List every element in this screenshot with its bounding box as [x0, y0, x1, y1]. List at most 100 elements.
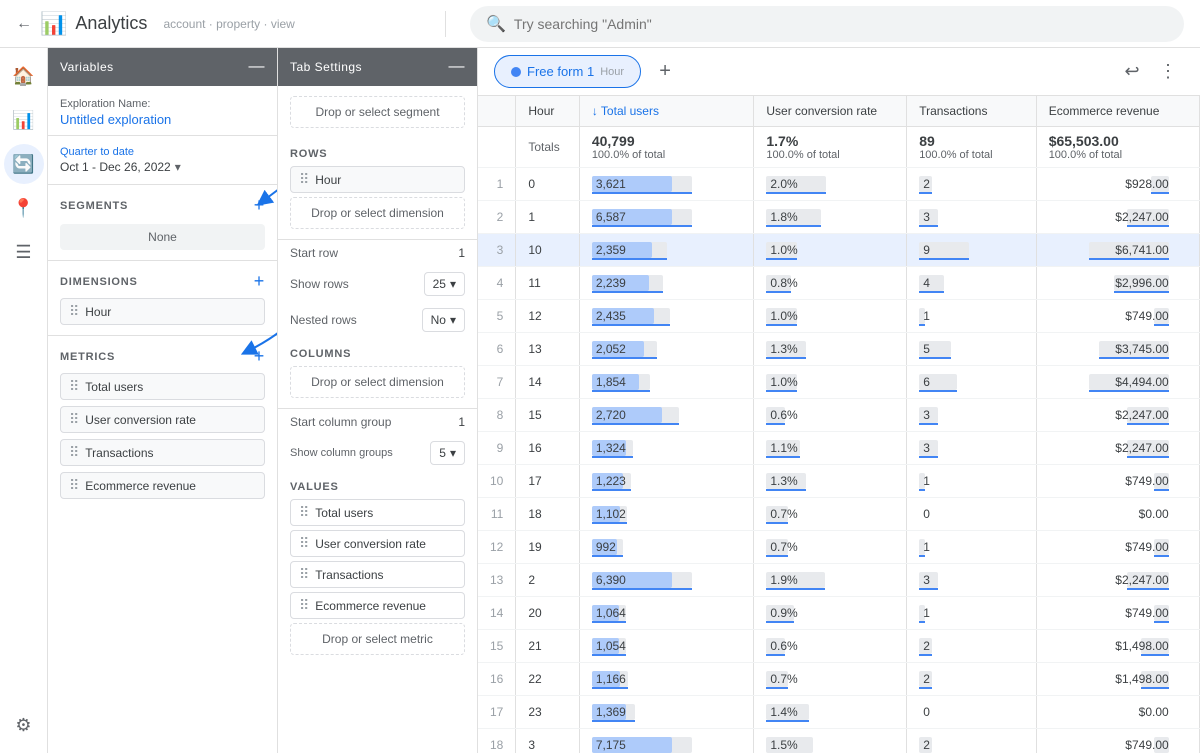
revenue-cell: $1,498.00	[1036, 663, 1199, 696]
add-tab-button[interactable]: +	[649, 56, 681, 88]
exploration-name-value[interactable]: Untitled exploration	[60, 112, 265, 127]
table-row: 3 10 2,359 1.0%	[478, 234, 1200, 267]
metric-transactions[interactable]: ⠿ Transactions	[60, 439, 265, 466]
nested-rows-dropdown-icon: ▾	[450, 313, 456, 327]
segments-title: SEGMENTS +	[60, 195, 265, 216]
conversion-cell: 0.7%	[754, 531, 907, 564]
conversion-cell: 0.6%	[754, 399, 907, 432]
hour-cell: 13	[516, 333, 579, 366]
date-range-label: Quarter to date	[60, 146, 265, 158]
nested-rows-select[interactable]: No ▾	[422, 308, 465, 332]
search-input[interactable]	[514, 16, 1168, 32]
value-transactions[interactable]: ⠿ Transactions	[290, 561, 465, 588]
users-cell: 2,435	[579, 300, 754, 333]
show-rows-setting: Show rows 25 ▾	[278, 266, 477, 302]
row-num: 1	[478, 168, 516, 201]
transactions-cell: 3	[907, 201, 1037, 234]
date-range-section[interactable]: Quarter to date Oct 1 - Dec 26, 2022 ▾ 3	[48, 136, 277, 185]
rows-drop-zone[interactable]: Drop or select dimension	[290, 197, 465, 229]
exploration-name-label: Exploration Name:	[60, 98, 265, 110]
hour-cell: 17	[516, 465, 579, 498]
table-row: 10 17 1,223 1.3%	[478, 465, 1200, 498]
sidebar-home-icon[interactable]: 🏠	[4, 56, 44, 96]
show-columns-dropdown-icon: ▾	[450, 446, 456, 460]
hour-cell: 12	[516, 300, 579, 333]
totals-label-cell: Totals	[516, 127, 579, 168]
value-conversion-rate[interactable]: ⠿ User conversion rate	[290, 530, 465, 557]
sidebar-reports-icon[interactable]: 📊	[4, 100, 44, 140]
conversion-cell: 1.9%	[754, 564, 907, 597]
col-revenue-header[interactable]: Ecommerce revenue	[1036, 96, 1199, 127]
value-total-users[interactable]: ⠿ Total users	[290, 499, 465, 526]
totals-transactions-cell: 89 100.0% of total	[907, 127, 1037, 168]
metric-transactions-label: Transactions	[85, 446, 153, 460]
undo-button[interactable]: ↩	[1116, 56, 1148, 88]
variables-minimize-button[interactable]: —	[249, 58, 266, 76]
hour-cell: 0	[516, 168, 579, 201]
back-button[interactable]: ←	[16, 15, 32, 33]
columns-drop-zone[interactable]: Drop or select dimension	[290, 366, 465, 398]
conversion-cell: 1.0%	[754, 366, 907, 399]
values-drop-zone[interactable]: Drop or select metric	[290, 623, 465, 655]
search-bar[interactable]: 🔍	[470, 6, 1184, 42]
users-cell: 1,223	[579, 465, 754, 498]
sidebar-admin-icon[interactable]: ☰	[4, 232, 44, 272]
sidebar-explore-icon[interactable]: 🔄	[4, 144, 44, 184]
segments-none: None	[60, 224, 265, 250]
sidebar-settings-icon[interactable]: ⚙	[4, 705, 44, 745]
more-options-button[interactable]: ⋮	[1152, 56, 1184, 88]
show-rows-value: 25	[433, 277, 446, 291]
col-users-header[interactable]: ↓ Total users	[579, 96, 754, 127]
rows-hour-item[interactable]: ⠿ Hour	[290, 166, 465, 193]
date-range-dropdown-icon[interactable]: ▾	[175, 160, 181, 174]
conversion-cell: 1.0%	[754, 234, 907, 267]
tab-dot	[511, 67, 521, 77]
users-cell: 992	[579, 531, 754, 564]
col-hour-header[interactable]: Hour	[516, 96, 579, 127]
hour-cell: 19	[516, 531, 579, 564]
totals-conversion-cell: 1.7% 100.0% of total	[754, 127, 907, 168]
dimensions-section: DIMENSIONS + ⠿ Hour 1	[48, 261, 277, 336]
values-title: VALUES	[290, 481, 465, 493]
tab-settings-minimize-button[interactable]: —	[449, 58, 466, 76]
value-ecommerce-revenue[interactable]: ⠿ Ecommerce revenue	[290, 592, 465, 619]
revenue-cell: $2,247.00	[1036, 432, 1199, 465]
columns-section: COLUMNS Drop or select dimension	[278, 338, 477, 409]
col-transactions-header[interactable]: Transactions	[907, 96, 1037, 127]
metric-ecommerce-revenue[interactable]: ⠿ Ecommerce revenue	[60, 472, 265, 499]
hour-cell: 3	[516, 729, 579, 753]
show-columns-select[interactable]: 5 ▾	[430, 441, 465, 465]
revenue-cell: $749.00	[1036, 729, 1199, 753]
row-num: 12	[478, 531, 516, 564]
metric-conversion-rate[interactable]: ⠿ User conversion rate	[60, 406, 265, 433]
show-rows-select[interactable]: 25 ▾	[424, 272, 465, 296]
table-row: 16 22 1,166 0.7%	[478, 663, 1200, 696]
rows-hour-label: Hour	[315, 173, 341, 187]
revenue-cell: $749.00	[1036, 300, 1199, 333]
conversion-cell: 0.7%	[754, 498, 907, 531]
metric-total-users[interactable]: ⠿ Total users	[60, 373, 265, 400]
show-rows-dropdown-icon: ▾	[450, 277, 456, 291]
segment-drop-zone[interactable]: Drop or select segment	[290, 96, 465, 128]
table-row: 18 3 7,175 1.5%	[478, 729, 1200, 753]
revenue-cell: $749.00	[1036, 531, 1199, 564]
table-row: 4 11 2,239 0.8%	[478, 267, 1200, 300]
add-dimension-button[interactable]: +	[254, 271, 265, 292]
segments-section: SEGMENTS + None	[48, 185, 277, 261]
dimension-hour[interactable]: ⠿ Hour	[60, 298, 265, 325]
conversion-cell: 0.7%	[754, 663, 907, 696]
drag-handle-icon: ⠿	[69, 303, 79, 320]
hour-cell: 22	[516, 663, 579, 696]
users-cell: 1,064	[579, 597, 754, 630]
data-table-container[interactable]: Hour ↓ Total users User conversion rate …	[478, 96, 1200, 753]
row-num: 15	[478, 630, 516, 663]
tab-free-form-1[interactable]: Free form 1 Hour	[494, 55, 641, 88]
metrics-title: METRICS +	[60, 346, 265, 367]
totals-num	[478, 127, 516, 168]
users-cell: 6,587	[579, 201, 754, 234]
transactions-cell: 1	[907, 465, 1037, 498]
col-conversion-header[interactable]: User conversion rate	[754, 96, 907, 127]
conversion-cell: 1.5%	[754, 729, 907, 753]
users-cell: 2,052	[579, 333, 754, 366]
sidebar-advertising-icon[interactable]: 📍	[4, 188, 44, 228]
